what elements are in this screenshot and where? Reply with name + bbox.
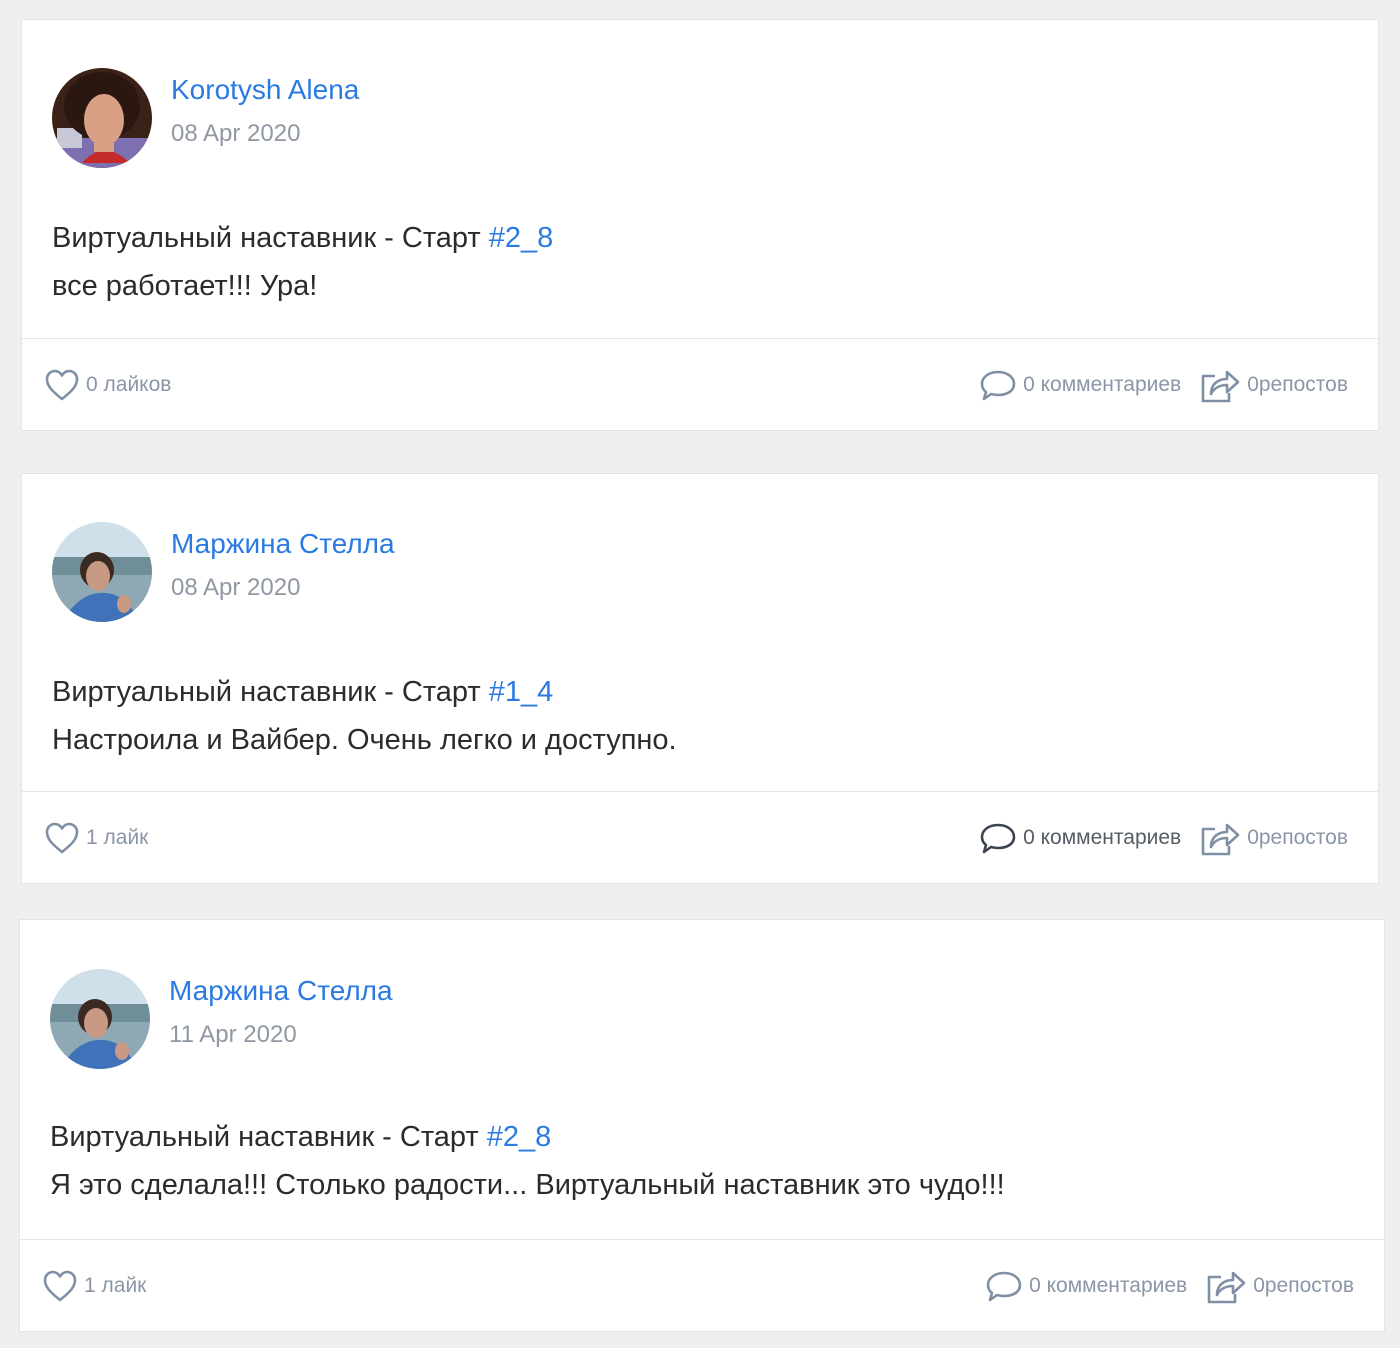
avatar[interactable] — [52, 68, 152, 168]
post-date: 11 Apr 2020 — [169, 1021, 297, 1048]
likes-count: 0 лайков — [86, 373, 172, 396]
repost-button[interactable]: 0репостов — [1205, 1267, 1354, 1305]
author-name[interactable]: Маржина Стелла — [169, 975, 393, 1007]
post-message: Настроила и Вайбер. Очень легко и доступ… — [52, 724, 677, 756]
post-header: Маржина Стелла 08 Apr 2020 — [52, 522, 1348, 622]
post-text: Виртуальный наставник - Старт #2_8 все р… — [52, 214, 1348, 310]
share-icon — [1199, 366, 1241, 404]
hashtag-link[interactable]: #1_4 — [489, 676, 554, 708]
author-name[interactable]: Маржина Стелла — [171, 528, 395, 560]
post-header: Korotysh Alena 08 Apr 2020 — [52, 68, 1348, 168]
post-date: 08 Apr 2020 — [171, 574, 301, 601]
post-title-text: Виртуальный наставник - Старт — [52, 222, 489, 254]
post-card: Korotysh Alena 08 Apr 2020 Виртуальный н… — [21, 19, 1379, 431]
post-text: Виртуальный наставник - Старт #1_4 Настр… — [52, 668, 1348, 764]
post-title-text: Виртуальный наставник - Старт — [50, 1121, 487, 1153]
hashtag-link[interactable]: #2_8 — [489, 222, 554, 254]
post-card: Маржина Стелла 11 Apr 2020 Виртуальный н… — [19, 919, 1385, 1332]
heart-icon — [42, 1269, 78, 1303]
share-icon — [1199, 819, 1241, 857]
likes-count: 1 лайк — [84, 1274, 147, 1297]
post-title-line: Виртуальный наставник - Старт #2_8 — [52, 214, 1348, 262]
post-date: 08 Apr 2020 — [171, 120, 301, 147]
repost-button[interactable]: 0репостов — [1199, 819, 1348, 857]
repost-button[interactable]: 0репостов — [1199, 366, 1348, 404]
post-title-line: Виртуальный наставник - Старт #1_4 — [52, 668, 1348, 716]
post-footer: 0 лайков 0 комментариев 0репостов — [22, 338, 1378, 430]
post-actions: 0 комментариев 0репостов — [979, 820, 1348, 856]
like-button[interactable]: 1 лайк — [42, 1268, 146, 1304]
heart-icon — [44, 821, 80, 855]
post-header: Маржина Стелла 11 Apr 2020 — [50, 969, 1354, 1069]
author-name[interactable]: Korotysh Alena — [171, 74, 359, 106]
comments-button[interactable]: 0 комментариев — [985, 1269, 1187, 1303]
post-card: Маржина Стелла 08 Apr 2020 Виртуальный н… — [21, 473, 1379, 884]
comment-bubble-icon — [979, 821, 1017, 855]
hashtag-link[interactable]: #2_8 — [487, 1121, 552, 1153]
like-button[interactable]: 0 лайков — [44, 367, 171, 403]
comment-bubble-icon — [979, 368, 1017, 402]
reposts-count: 0репостов — [1247, 373, 1348, 396]
avatar[interactable] — [52, 522, 152, 622]
post-message: Я это сделала!!! Столько радости... Вирт… — [50, 1169, 1005, 1201]
comments-button[interactable]: 0 комментариев — [979, 368, 1181, 402]
post-actions: 0 комментариев 0репостов — [985, 1268, 1354, 1304]
heart-icon — [44, 368, 80, 402]
comments-count: 0 комментариев — [1023, 373, 1182, 396]
comments-count: 0 комментариев — [1029, 1274, 1188, 1297]
post-footer: 1 лайк 0 комментариев 0репостов — [20, 1239, 1384, 1331]
like-button[interactable]: 1 лайк — [44, 820, 148, 856]
reposts-count: 0репостов — [1247, 826, 1348, 849]
post-title-text: Виртуальный наставник - Старт — [52, 676, 489, 708]
post-text: Виртуальный наставник - Старт #2_8 Я это… — [50, 1113, 1354, 1209]
post-message: все работает!!! Ура! — [52, 270, 318, 302]
share-icon — [1205, 1267, 1247, 1305]
comments-count: 0 комментариев — [1023, 826, 1182, 849]
post-title-line: Виртуальный наставник - Старт #2_8 — [50, 1113, 1354, 1161]
comment-bubble-icon — [985, 1269, 1023, 1303]
avatar[interactable] — [50, 969, 150, 1069]
reposts-count: 0репостов — [1253, 1274, 1354, 1297]
comments-button[interactable]: 0 комментариев — [979, 821, 1181, 855]
post-actions: 0 комментариев 0репостов — [979, 367, 1348, 403]
likes-count: 1 лайк — [86, 826, 149, 849]
post-footer: 1 лайк 0 комментариев 0репостов — [22, 791, 1378, 883]
